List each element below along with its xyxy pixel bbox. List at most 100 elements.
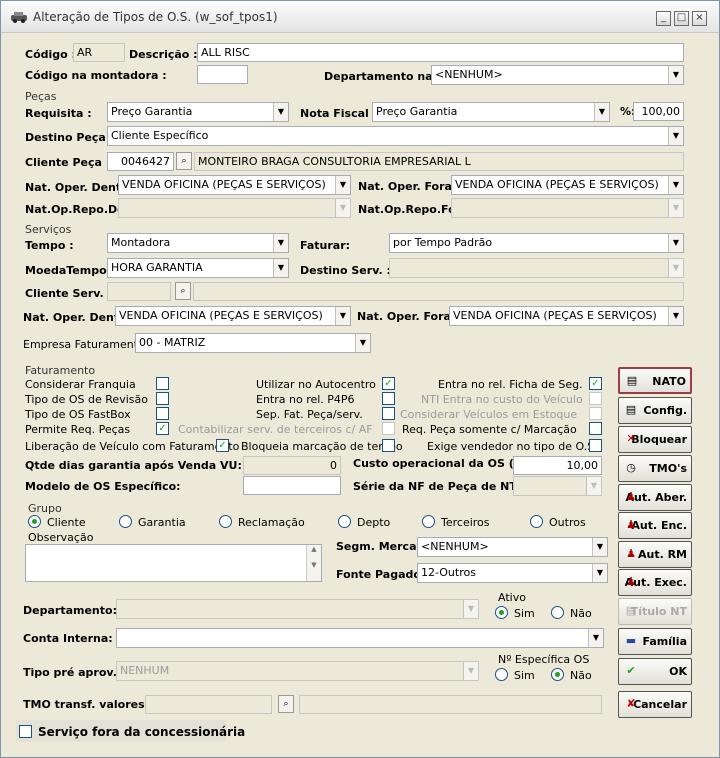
serv-nat-fora-select[interactable]: VENDA OFICINA (PEÇAS E SERVIÇOS) ▼ [449, 306, 684, 326]
ativo-nao-radio[interactable] [551, 606, 564, 619]
grupo-radio-reclamacao[interactable] [219, 515, 232, 528]
tipo-pre-aprov-select[interactable]: NENHUM ▼ [116, 661, 479, 681]
bloqueia-label: Bloqueia marcação de tempo [241, 440, 403, 453]
sepfat-checkbox[interactable] [382, 407, 395, 420]
maximize-button[interactable]: □ [674, 11, 689, 26]
nato-button[interactable]: ▤ NATO [618, 367, 692, 394]
exige-checkbox[interactable] [589, 439, 602, 452]
bloqueia-checkbox[interactable] [382, 439, 395, 452]
depto-nf-select[interactable]: <NENHUM> ▼ [431, 65, 684, 85]
conta-interna-label: Conta Interna: [23, 632, 113, 645]
chevron-down-icon[interactable]: ▼ [668, 176, 683, 194]
observacao-textarea[interactable]: ▲ ▼ [25, 544, 322, 582]
moeda-label: MoedaTempo : [25, 264, 115, 277]
autocentro-checkbox[interactable]: ✓ [382, 377, 395, 390]
qtde-field[interactable]: 0 [243, 456, 341, 475]
revisao-checkbox[interactable] [156, 392, 169, 405]
nat-fora-select[interactable]: VENDA OFICINA (PEÇAS E SERVIÇOS) ▼ [451, 175, 684, 195]
pecas-section-title: Peças [25, 90, 57, 103]
nesp-nao-radio[interactable] [551, 668, 564, 681]
aut-rm-button[interactable]: ♟ Aut. RM [618, 541, 692, 568]
requisita-select[interactable]: Preço Garantia ▼ [107, 102, 289, 122]
grupo-radio-outros[interactable] [530, 515, 543, 528]
serv-nat-dentro-select[interactable]: VENDA OFICINA (PEÇAS E SERVIÇOS) ▼ [115, 306, 351, 326]
fora-concessionaria-label: Serviço fora da concessionária [38, 725, 246, 739]
chevron-down-icon[interactable]: ▼ [592, 564, 607, 582]
p4p6-checkbox[interactable] [382, 392, 395, 405]
config-button[interactable]: ▤ Config. [618, 397, 692, 424]
destino-serv-select[interactable]: ▼ [389, 258, 684, 278]
descricao-field[interactable]: ALL RISC [197, 43, 684, 62]
montadora-field[interactable] [197, 65, 248, 84]
autocentro-label: Utilizar no Autocentro [256, 378, 376, 391]
aut-aber-button[interactable]: ♟ Aut. Aber. [618, 484, 692, 511]
modelo-field[interactable] [243, 476, 341, 495]
ficha-checkbox[interactable]: ✓ [589, 377, 602, 390]
contabilizar-checkbox[interactable] [382, 422, 395, 435]
chevron-down-icon[interactable]: ▼ [335, 176, 350, 194]
departamento-select[interactable]: ▼ [116, 599, 479, 619]
close-button[interactable]: × [692, 11, 707, 26]
custo-field[interactable]: 10,00 [513, 456, 602, 475]
cliente-peca-code[interactable]: 0046427 [107, 152, 174, 171]
lookup-icon[interactable]: ⌕ [175, 282, 191, 300]
tempo-select[interactable]: Montadora ▼ [107, 233, 289, 253]
fastbox-checkbox[interactable] [156, 407, 169, 420]
titulo-nt-button[interactable]: ▤ Título NT [618, 598, 692, 625]
repo-den-select[interactable]: ▼ [118, 198, 351, 218]
repo-fora-select[interactable]: ▼ [451, 198, 684, 218]
serie-select[interactable]: ▼ [513, 476, 602, 496]
servicos-section-title: Serviços [25, 223, 72, 236]
chevron-down-icon[interactable]: ▼ [668, 234, 683, 252]
grupo-radio-depto[interactable] [338, 515, 351, 528]
scrollbar[interactable]: ▲ ▼ [306, 545, 321, 581]
fonte-select[interactable]: 12-Outros ▼ [417, 563, 608, 583]
chevron-down-icon[interactable]: ▼ [668, 66, 683, 84]
aut-exec-button[interactable]: ♟ Aut. Exec. [618, 569, 692, 596]
ok-button[interactable]: ✔ OK [618, 658, 692, 685]
considerar-checkbox[interactable] [156, 377, 169, 390]
chevron-down-icon[interactable]: ▼ [668, 127, 683, 145]
aut-enc-button[interactable]: ♟ Aut. Enc. [618, 512, 692, 539]
chevron-down-icon[interactable]: ▼ [592, 538, 607, 556]
destino-peca-select[interactable]: Cliente Específico ▼ [107, 126, 684, 146]
chevron-down-icon[interactable]: ▼ [273, 234, 288, 252]
lookup-icon[interactable]: ⌕ [176, 152, 192, 170]
bloquear-button[interactable]: ✕ Bloquear [618, 426, 692, 453]
nota-fiscal-select[interactable]: Preço Garantia ▼ [372, 102, 610, 122]
nesp-sim-radio[interactable] [495, 668, 508, 681]
empresa-select[interactable]: 00 - MATRIZ ▼ [135, 333, 371, 353]
chevron-down-icon[interactable]: ▼ [668, 307, 683, 325]
cancelar-button[interactable]: ✘ Cancelar [618, 691, 692, 718]
faturar-select[interactable]: por Tempo Padrão ▼ [389, 233, 684, 253]
tmo-transf-code[interactable] [145, 695, 272, 714]
estoque-checkbox[interactable] [589, 407, 602, 420]
minimize-button[interactable]: _ [656, 11, 671, 26]
nti-checkbox[interactable] [589, 392, 602, 405]
grupo-radio-terceiros[interactable] [422, 515, 435, 528]
chevron-down-icon[interactable]: ▼ [273, 103, 288, 121]
grupo-radio-garantia[interactable] [119, 515, 132, 528]
segm-select[interactable]: <NENHUM> ▼ [417, 537, 608, 557]
chevron-down-icon[interactable]: ▼ [335, 307, 350, 325]
nat-dentro-select[interactable]: VENDA OFICINA (PEÇAS E SERVIÇOS) ▼ [118, 175, 351, 195]
ativo-sim-radio[interactable] [495, 606, 508, 619]
chevron-down-icon[interactable]: ▼ [588, 629, 603, 647]
reqpeca-checkbox[interactable] [589, 422, 602, 435]
chevron-down-icon[interactable]: ▼ [355, 334, 370, 352]
cliente-serv-code[interactable] [107, 282, 171, 301]
fora-concessionaria-checkbox[interactable] [19, 725, 32, 738]
lookup-icon[interactable]: ⌕ [278, 695, 294, 713]
moeda-select[interactable]: HORA GARANTIA ▼ [107, 258, 289, 278]
chevron-down-icon: ▼ [668, 199, 683, 217]
familia-button[interactable]: ▬ Família [618, 628, 692, 655]
tmos-button[interactable]: ◷ TMO's [618, 455, 692, 482]
codigo-field[interactable]: AR [73, 43, 125, 62]
chevron-down-icon[interactable]: ▼ [273, 259, 288, 277]
pct-field[interactable]: 100,00 [633, 102, 684, 121]
liberacao-checkbox[interactable]: ✓ [216, 439, 229, 452]
grupo-radio-cliente[interactable] [28, 515, 41, 528]
permite-checkbox[interactable]: ✓ [156, 422, 169, 435]
chevron-down-icon[interactable]: ▼ [594, 103, 609, 121]
conta-interna-select[interactable]: ▼ [116, 628, 604, 648]
